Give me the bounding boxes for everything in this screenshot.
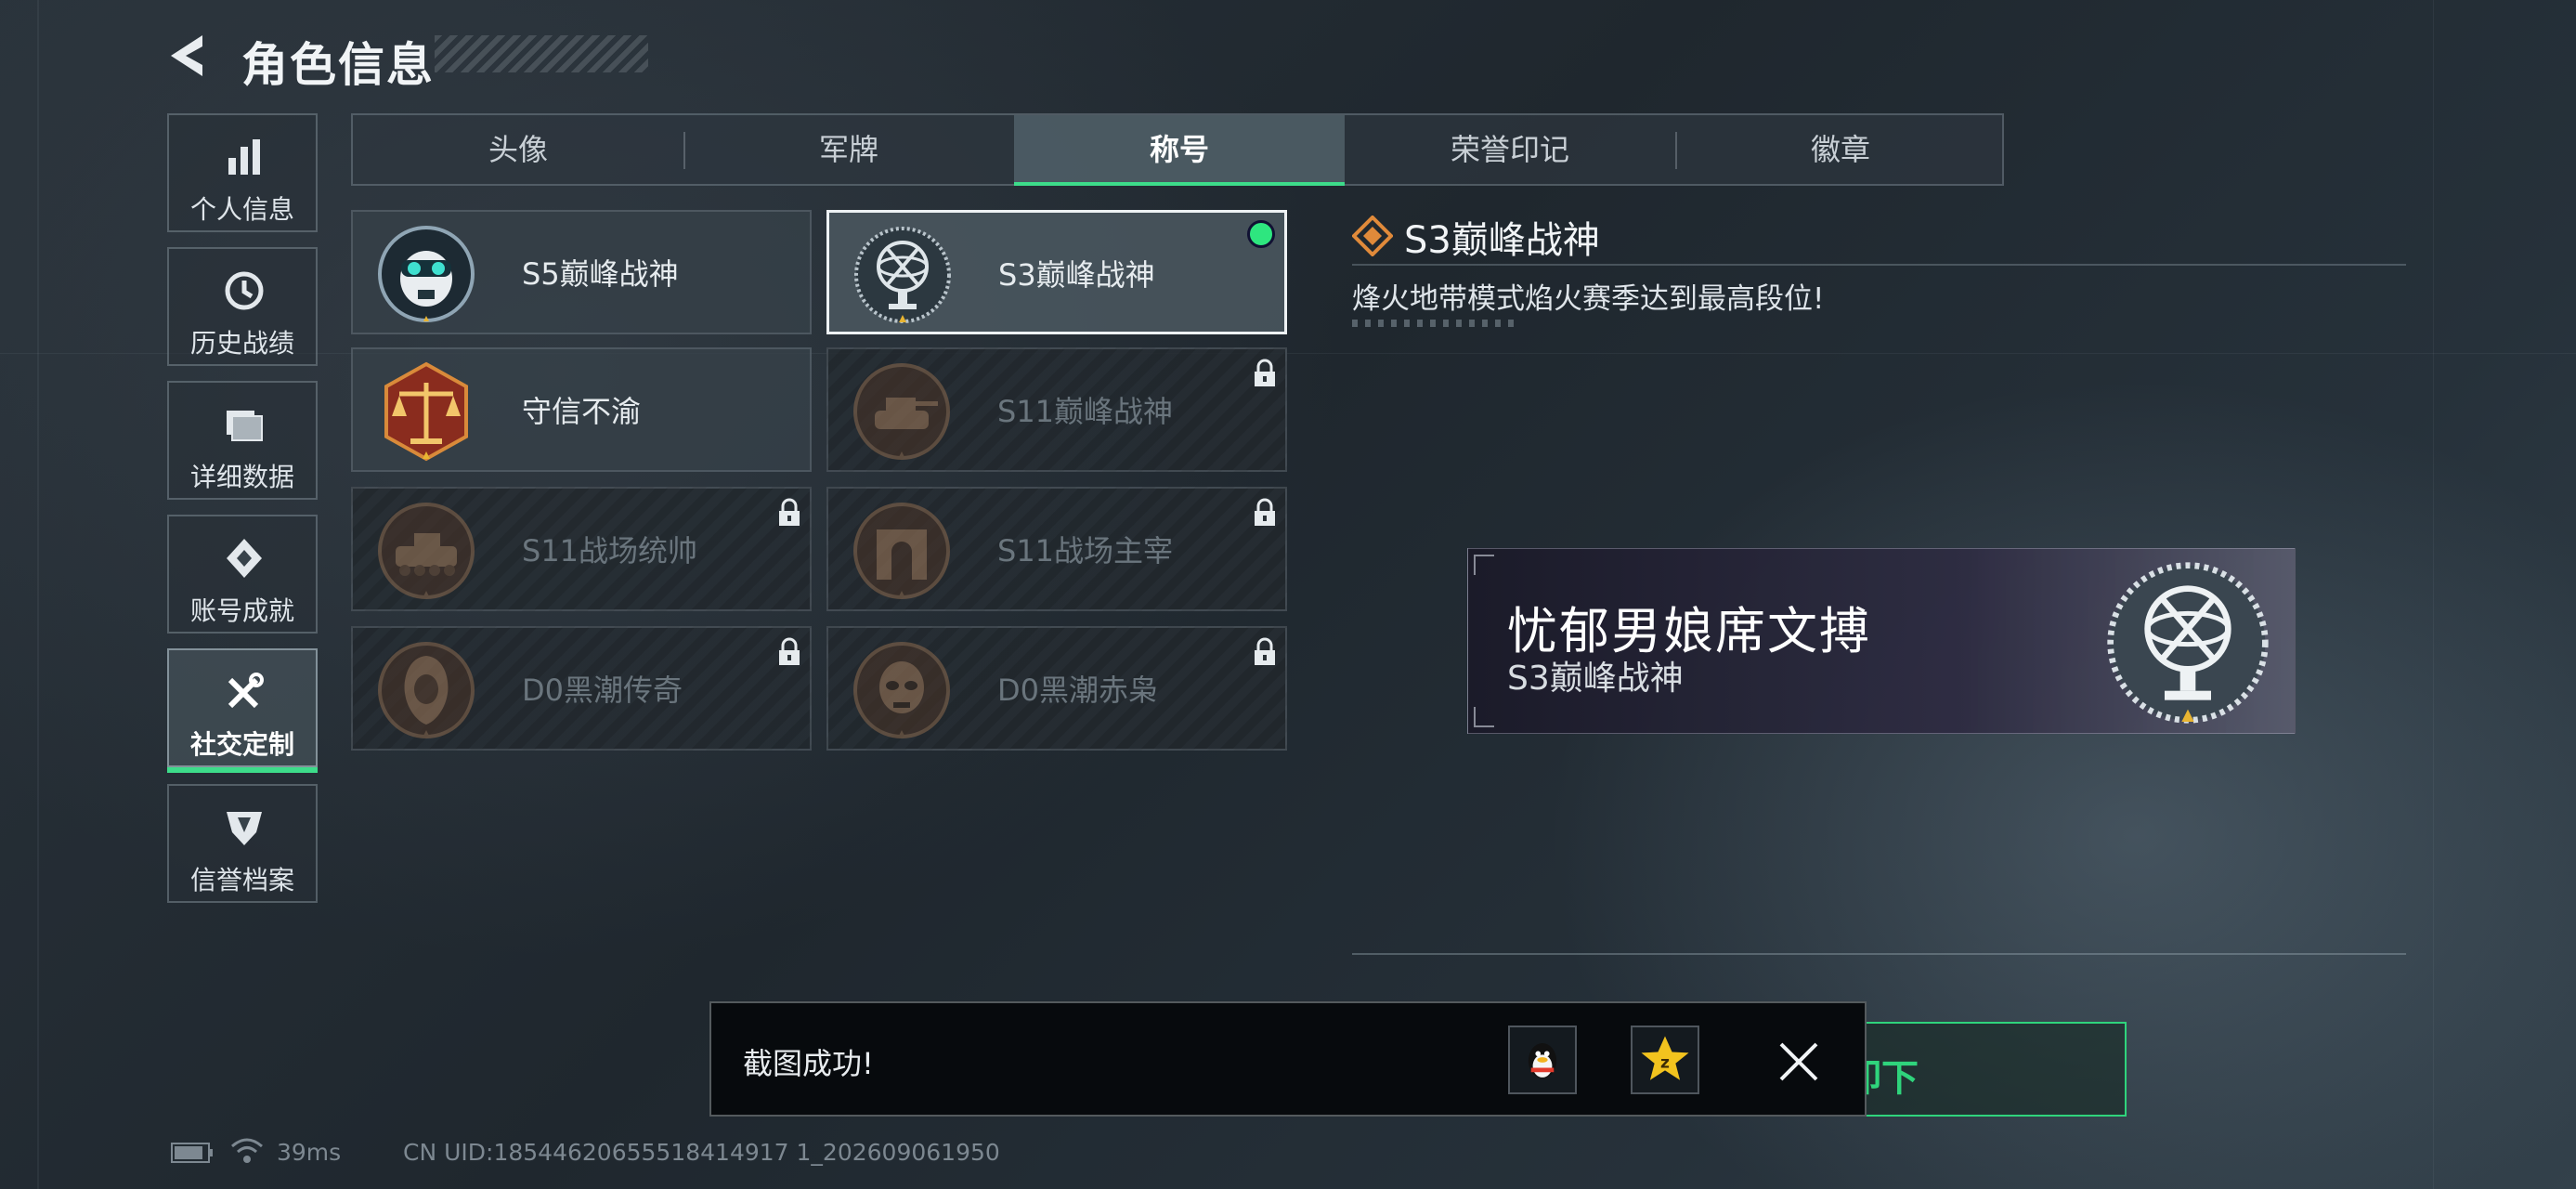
title-preview-banner: 忧郁男娘席文搏 S3巅峰战神 — [1467, 548, 2296, 734]
background-grid-line — [2433, 0, 2434, 1189]
category-tabs: 头像 军牌 称号 荣誉印记 徽章 — [351, 113, 2004, 186]
title-card-keep-faith[interactable]: 守信不渝 — [351, 347, 812, 472]
title-card-s11-peak-god[interactable]: S11巅峰战神 — [826, 347, 1287, 472]
equipped-indicator — [1247, 220, 1275, 248]
title-card-d0-black-tide-red-owl[interactable]: D0黑潮赤枭 — [826, 626, 1287, 751]
wifi-icon — [231, 1138, 263, 1163]
page-title: 角色信息 — [241, 38, 435, 92]
sidebar-item-personal-info[interactable]: 个人信息 — [167, 113, 318, 232]
tab-title[interactable]: 称号 — [1014, 115, 1345, 186]
network-ping: 39ms — [277, 1139, 342, 1166]
sidebar-item-label: 历史战绩 — [189, 328, 294, 359]
scales-emblem — [384, 361, 468, 462]
sidebar-item-credit-record[interactable]: 信誉档案 — [167, 784, 318, 903]
detail-divider — [1352, 264, 2406, 266]
sidebar-item-match-history[interactable]: 历史战绩 — [167, 247, 318, 366]
lock-icon — [1255, 637, 1275, 665]
title-card-label: D0黑潮传奇 — [522, 673, 683, 708]
clock-icon — [225, 271, 264, 310]
sidebar-item-detailed-data[interactable]: 详细数据 — [167, 381, 318, 500]
title-card-d0-black-tide-legend[interactable]: D0黑潮传奇 — [351, 626, 812, 751]
tab-avatar[interactable]: 头像 — [353, 115, 683, 184]
tools-icon — [228, 673, 264, 709]
title-card-label: S3巅峰战神 — [998, 257, 1155, 293]
sidebar-item-label: 信誉档案 — [189, 865, 294, 895]
panel-divider — [1352, 953, 2406, 955]
back-arrow-icon[interactable] — [165, 32, 214, 80]
lock-icon — [1255, 498, 1275, 526]
title-card-label: S11战场主宰 — [997, 533, 1174, 568]
svg-text:z: z — [1660, 1054, 1670, 1073]
tab-dog-tag[interactable]: 军牌 — [683, 115, 1014, 184]
sidebar-item-social-customization[interactable]: 社交定制 — [167, 648, 318, 773]
title-card-label: S11战场统帅 — [522, 533, 698, 568]
lock-icon — [779, 637, 800, 665]
armillary-sphere-emblem — [2107, 562, 2269, 724]
title-card-label: S11巅峰战神 — [997, 394, 1174, 429]
title-card-label: 守信不渝 — [522, 394, 642, 429]
background-grid-line — [37, 0, 39, 1189]
page-header: 角色信息 — [165, 24, 648, 92]
screenshot-toast: 截图成功! z — [709, 1001, 1867, 1117]
detail-description: 烽火地带模式焰火赛季达到最高段位! — [1352, 282, 1825, 316]
lock-icon — [1255, 359, 1275, 386]
sidebar-item-label: 社交定制 — [189, 729, 294, 760]
shield-icon — [227, 812, 262, 845]
sidebar-item-label: 个人信息 — [189, 194, 294, 225]
title-card-s3-peak-god[interactable]: S3巅峰战神 — [826, 210, 1287, 334]
preview-title: S3巅峰战神 — [1507, 660, 1684, 698]
toast-message: 截图成功! — [743, 1046, 874, 1081]
share-qzone-button[interactable]: z — [1631, 1026, 1699, 1094]
battery-icon — [171, 1143, 213, 1163]
sidebar-item-achievements[interactable]: 账号成就 — [167, 515, 318, 634]
bar-chart-icon — [228, 139, 260, 175]
qzone-star-icon: z — [1641, 1036, 1689, 1080]
rank-diamond-icon — [1352, 216, 1393, 256]
title-card-s5-peak-god[interactable]: S5巅峰战神 — [351, 210, 812, 334]
share-qq-button[interactable] — [1508, 1026, 1577, 1094]
title-card-label: D0黑潮赤枭 — [997, 673, 1159, 708]
tab-honor-mark[interactable]: 荣誉印记 — [1345, 115, 1675, 184]
tank-emblem — [853, 363, 950, 460]
title-card-s11-battlefield-commander[interactable]: S11战场统帅 — [351, 487, 812, 611]
hooded-figure-emblem — [378, 642, 475, 738]
armored-vehicle-emblem — [378, 503, 475, 599]
folder-icon — [227, 411, 263, 441]
qq-penguin-icon — [1528, 1043, 1557, 1078]
user-uid: CN UID:18544620655518414917 1_2026090619… — [403, 1139, 1000, 1166]
detail-title: S3巅峰战神 — [1404, 219, 1600, 262]
status-bar: 39ms CN UID:18544620655518414917 1_20260… — [171, 1135, 1099, 1172]
banner-corner — [1474, 555, 1494, 575]
title-card-s11-battlefield-dominator[interactable]: S11战场主宰 — [826, 487, 1287, 611]
achievement-icon — [227, 539, 262, 578]
sidebar-item-label: 详细数据 — [189, 462, 294, 492]
close-icon[interactable] — [1776, 1039, 1822, 1085]
title-card-label: S5巅峰战神 — [522, 256, 679, 292]
banner-corner — [1474, 707, 1494, 727]
arch-emblem — [853, 503, 950, 599]
title-decoration — [435, 35, 648, 72]
tab-badge[interactable]: 徽章 — [1675, 115, 2006, 184]
skull-mask-emblem — [853, 642, 950, 738]
detail-decoration — [1352, 320, 1519, 327]
armillary-sphere-emblem — [854, 227, 951, 323]
sidebar-item-label: 账号成就 — [189, 595, 294, 626]
skull-helmet-emblem — [378, 226, 475, 322]
lock-icon — [779, 498, 800, 526]
